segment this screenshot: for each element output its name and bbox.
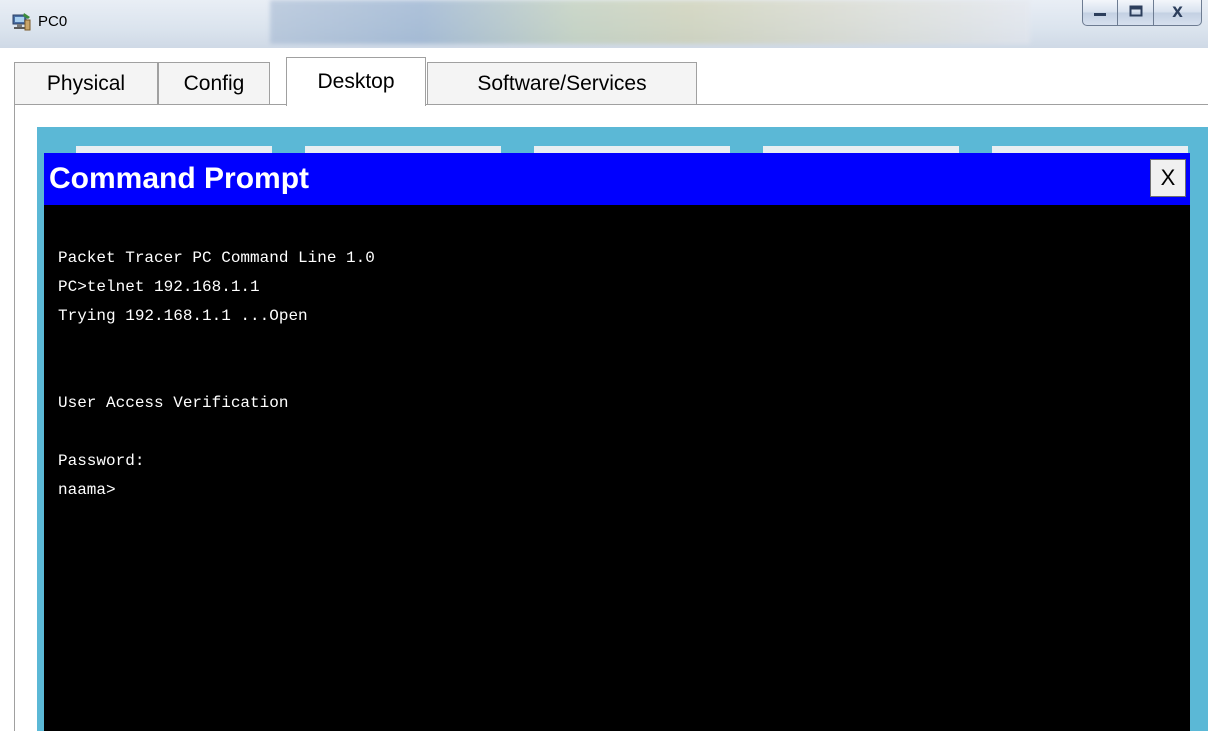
maximize-icon [1129, 5, 1143, 21]
tab-desktop[interactable]: Desktop [286, 57, 426, 106]
title-bar-background [270, 0, 1030, 44]
close-icon: X [1160, 165, 1176, 190]
terminal-output[interactable]: Packet Tracer PC Command Line 1.0 PC>tel… [58, 244, 1178, 505]
tab-config-label: Config [183, 71, 245, 95]
terminal-line: Trying 192.168.1.1 ...Open [58, 307, 308, 325]
window-close-button[interactable]: X [1154, 0, 1202, 26]
terminal-line: PC>telnet 192.168.1.1 [58, 278, 260, 296]
tab-physical[interactable]: Physical [14, 62, 158, 104]
minimize-button[interactable] [1082, 0, 1118, 26]
terminal-line: User Access Verification [58, 394, 289, 412]
tab-physical-label: Physical [46, 71, 126, 95]
tab-desktop-label: Desktop [317, 70, 395, 93]
command-prompt-window: Command Prompt X Packet Tracer PC Comman… [44, 153, 1190, 731]
close-icon: X [1172, 4, 1183, 21]
tab-software-services-label: Software/Services [477, 71, 647, 95]
command-prompt-title: Command Prompt [49, 162, 310, 195]
title-bar[interactable]: PC0 X [0, 0, 1208, 48]
tab-software-services[interactable]: Software/Services [427, 62, 697, 104]
tab-divider-line [14, 104, 1208, 105]
window-controls: X [1082, 0, 1202, 26]
minimize-icon [1093, 5, 1107, 21]
pc-device-icon [10, 11, 32, 33]
packet-tracer-pc-window: PC0 X Physical Config Desktop Software/S… [0, 0, 1208, 731]
terminal-line: Packet Tracer PC Command Line 1.0 [58, 249, 375, 267]
window-title: PC0 [38, 13, 68, 30]
terminal-prompt-line: naama> [58, 481, 116, 499]
terminal-line: Password: [58, 452, 155, 470]
maximize-button[interactable] [1118, 0, 1154, 26]
command-prompt-header: Command Prompt X [44, 153, 1190, 205]
content-border [14, 104, 15, 731]
command-prompt-close-button[interactable]: X [1150, 159, 1186, 197]
tab-config[interactable]: Config [158, 62, 270, 104]
